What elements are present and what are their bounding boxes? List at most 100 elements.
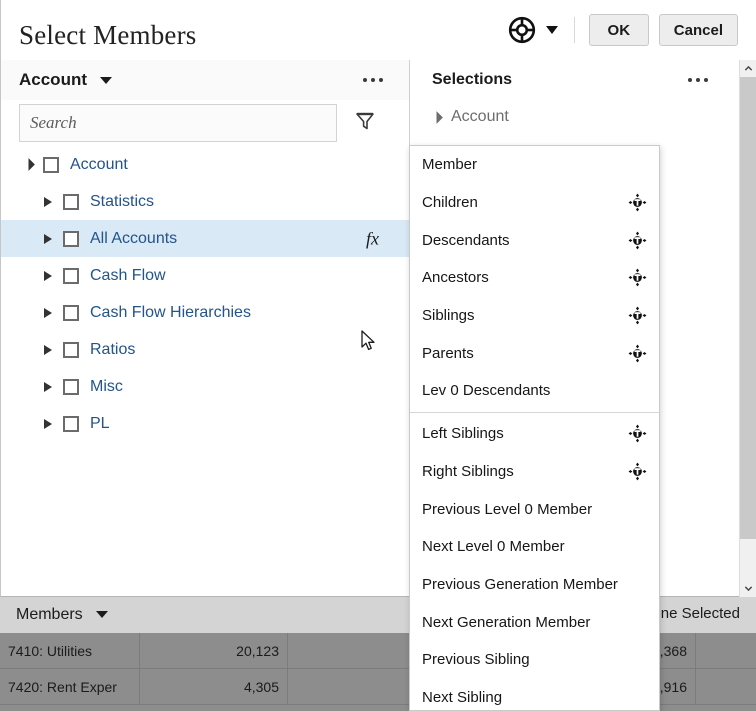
- ok-button[interactable]: OK: [589, 14, 649, 46]
- checkbox[interactable]: [63, 416, 79, 432]
- menu-item-parents[interactable]: Parents: [410, 334, 659, 372]
- chevron-up-icon: [744, 64, 753, 73]
- menu-item-label: Next Sibling: [422, 689, 647, 706]
- menu-item-next-level-0-member[interactable]: Next Level 0 Member: [410, 528, 659, 566]
- scroll-up-button[interactable]: [740, 60, 756, 77]
- tree-node-statistics[interactable]: Statistics: [1, 183, 409, 220]
- cell-value-2: [288, 633, 426, 669]
- tree-node-pl[interactable]: PL: [1, 405, 409, 442]
- menu-item-children[interactable]: Children: [410, 184, 659, 222]
- source-pane: Account: [1, 60, 410, 596]
- twisty-collapsed-icon[interactable]: [39, 308, 57, 318]
- header-divider: [574, 17, 575, 43]
- twisty-collapsed-icon[interactable]: [39, 197, 57, 207]
- caret-down-icon[interactable]: [100, 77, 112, 84]
- inclusive-icon[interactable]: [628, 193, 647, 212]
- checkbox[interactable]: [63, 342, 79, 358]
- cell-value-1: 4,305: [140, 669, 288, 705]
- menu-item-label: Ancestors: [422, 269, 628, 286]
- menu-item-right-siblings[interactable]: Right Siblings: [410, 453, 659, 491]
- tree-node-label: Cash Flow: [90, 267, 166, 285]
- menu-item-label: Next Level 0 Member: [422, 538, 647, 555]
- tree-node-cash-flow[interactable]: Cash Flow: [1, 257, 409, 294]
- cell-account-name: 7410: Utilities: [0, 633, 140, 669]
- checkbox[interactable]: [63, 268, 79, 284]
- dialog-header: Select Members OK Cancel: [1, 0, 756, 60]
- menu-item-previous-generation-member[interactable]: Previous Generation Member: [410, 566, 659, 604]
- menu-item-previous-sibling[interactable]: Previous Sibling: [410, 641, 659, 679]
- checkbox[interactable]: [63, 305, 79, 321]
- cancel-button[interactable]: Cancel: [659, 14, 738, 46]
- menu-item-ancestors[interactable]: Ancestors: [410, 259, 659, 297]
- cell-value-2: [288, 669, 426, 705]
- twisty-collapsed-icon[interactable]: [39, 345, 57, 355]
- chevron-down-icon[interactable]: [546, 26, 558, 34]
- inclusive-icon[interactable]: [628, 268, 647, 287]
- tree-node-misc[interactable]: Misc: [1, 368, 409, 405]
- ellipsis-icon[interactable]: [688, 78, 708, 82]
- menu-item-label: Next Generation Member: [422, 614, 647, 631]
- ellipsis-icon[interactable]: [363, 78, 383, 82]
- inclusive-icon[interactable]: [628, 306, 647, 325]
- tree-node-label: Misc: [90, 378, 123, 396]
- tree-node-account[interactable]: Account: [1, 146, 409, 183]
- tree-node-cash-flow-hierarchies[interactable]: Cash Flow Hierarchies: [1, 294, 409, 331]
- member-tree: Account Statistics All Accounts fx: [1, 146, 409, 596]
- function-selector-icon[interactable]: fx: [366, 228, 379, 249]
- search-input[interactable]: [19, 104, 337, 142]
- menu-item-label: Siblings: [422, 307, 628, 324]
- tree-node-label: Cash Flow Hierarchies: [90, 304, 251, 322]
- lifebuoy-help-icon[interactable]: [508, 16, 536, 44]
- checkbox[interactable]: [63, 194, 79, 210]
- menu-item-siblings[interactable]: Siblings: [410, 297, 659, 335]
- vertical-scrollbar[interactable]: [739, 60, 756, 597]
- funnel-filter-icon[interactable]: [337, 111, 375, 136]
- mouse-pointer-icon: [361, 330, 376, 352]
- selection-item-account[interactable]: Account: [410, 100, 756, 134]
- menu-item-next-sibling[interactable]: Next Sibling: [410, 679, 659, 711]
- cell-value-1: 20,123: [140, 633, 288, 669]
- menu-separator: [410, 412, 659, 413]
- tree-node-all-accounts[interactable]: All Accounts fx: [1, 220, 409, 257]
- member-relationship-context-menu: Member Children Descendants: [409, 145, 660, 711]
- scrollbar-thumb[interactable]: [740, 77, 756, 539]
- twisty-expanded-icon[interactable]: [430, 111, 443, 124]
- inclusive-icon[interactable]: [628, 462, 647, 481]
- checkbox[interactable]: [63, 379, 79, 395]
- menu-item-label: Previous Sibling: [422, 651, 647, 668]
- inclusive-icon[interactable]: [628, 424, 647, 443]
- tree-node-ratios[interactable]: Ratios: [1, 331, 409, 368]
- menu-item-label: Children: [422, 194, 628, 211]
- scroll-down-button[interactable]: [740, 580, 756, 597]
- tree-node-label: Statistics: [90, 193, 154, 211]
- menu-item-next-generation-member[interactable]: Next Generation Member: [410, 603, 659, 641]
- cell-value-5: [696, 669, 756, 705]
- menu-item-descendants[interactable]: Descendants: [410, 221, 659, 259]
- tree-node-label: PL: [90, 415, 110, 433]
- cell-value-5: [696, 633, 756, 669]
- twisty-collapsed-icon[interactable]: [39, 234, 57, 244]
- twisty-collapsed-icon[interactable]: [39, 382, 57, 392]
- menu-item-left-siblings[interactable]: Left Siblings: [410, 415, 659, 453]
- twisty-expanded-icon[interactable]: [19, 160, 37, 169]
- dialog-header-actions: OK Cancel: [508, 14, 738, 46]
- caret-down-icon[interactable]: [96, 611, 108, 618]
- menu-item-member[interactable]: Member: [410, 146, 659, 184]
- dimension-header: Account: [1, 60, 409, 100]
- search-row: [1, 100, 409, 146]
- cell-account-name: 7420: Rent Exper: [0, 669, 140, 705]
- inclusive-icon[interactable]: [628, 231, 647, 250]
- menu-item-label: Member: [422, 156, 647, 173]
- menu-item-lev-0-descendants[interactable]: Lev 0 Descendants: [410, 372, 659, 410]
- menu-item-label: Lev 0 Descendants: [422, 382, 647, 399]
- checkbox[interactable]: [63, 231, 79, 247]
- tree-node-label: Account: [70, 156, 128, 174]
- selections-header: Selections: [410, 60, 756, 100]
- checkbox[interactable]: [43, 157, 59, 173]
- inclusive-icon[interactable]: [628, 344, 647, 363]
- tree-node-label: Ratios: [90, 341, 135, 359]
- menu-item-previous-level-0-member[interactable]: Previous Level 0 Member: [410, 490, 659, 528]
- twisty-collapsed-icon[interactable]: [39, 419, 57, 429]
- menu-item-label: Previous Generation Member: [422, 576, 647, 593]
- twisty-collapsed-icon[interactable]: [39, 271, 57, 281]
